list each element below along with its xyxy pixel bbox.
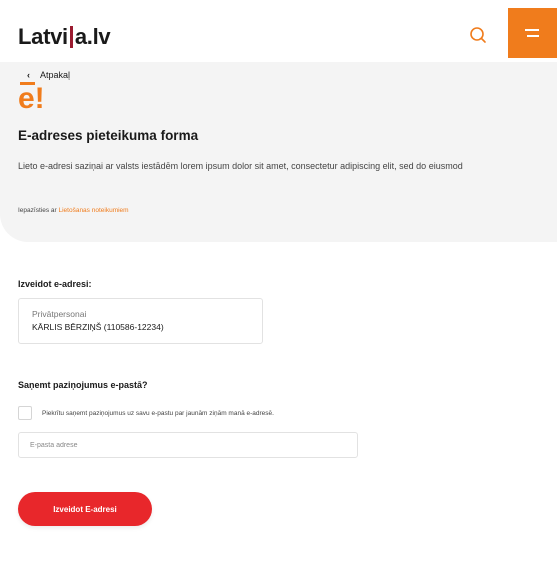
person-type: Privātpersonai [32,309,87,319]
flag-icon [68,26,74,48]
page-title: E-adreses pieteikuma forma [18,128,199,143]
macron-mark [20,82,35,85]
notify-checkbox-label: Piekrītu saņemt paziņojumus uz savu e-pa… [42,410,274,417]
terms-prefix: Iepazīsties ar [18,207,57,214]
back-link[interactable]: ‹ Atpakaļ [27,70,70,80]
chevron-left-icon: ‹ [27,70,30,80]
page-description: Lieto e-adresi saziņai ar valsts iestādē… [18,161,463,171]
back-label: Atpakaļ [40,70,71,80]
site-header: Latvi a.lv [0,0,557,62]
terms-link[interactable]: Lietošanas noteikumiem [58,207,128,214]
person-name: KĀRLIS BĒRZIŅŠ (110586-12234) [32,322,164,332]
notify-checkbox[interactable] [18,406,32,420]
logo-text-end: a.lv [74,24,111,49]
email-field[interactable] [18,432,358,458]
create-address-button[interactable]: Izveidot E-adresi [18,492,152,526]
logo-text-start: Latvi [18,24,68,49]
terms-note: Iepazīsties ar Lietošanas noteikumiem [18,207,129,214]
hamburger-menu-icon-bar [527,35,539,37]
search-icon [470,27,486,43]
hamburger-menu-icon [525,29,539,31]
site-logo[interactable]: Latvi a.lv [18,24,111,50]
person-selector[interactable]: Privātpersonai KĀRLIS BĒRZIŅŠ (110586-12… [18,298,263,344]
e-address-logo: e! [18,82,45,115]
e-logo-text: e! [18,82,45,115]
notify-label: Saņemt paziņojumus e-pastā? [18,380,148,390]
search-button[interactable] [466,24,490,48]
menu-button[interactable] [508,8,557,58]
create-address-label: Izveidot e-adresi: [18,279,92,289]
intro-panel: ‹ Atpakaļ e! E-adreses pieteikuma forma L… [0,62,557,242]
